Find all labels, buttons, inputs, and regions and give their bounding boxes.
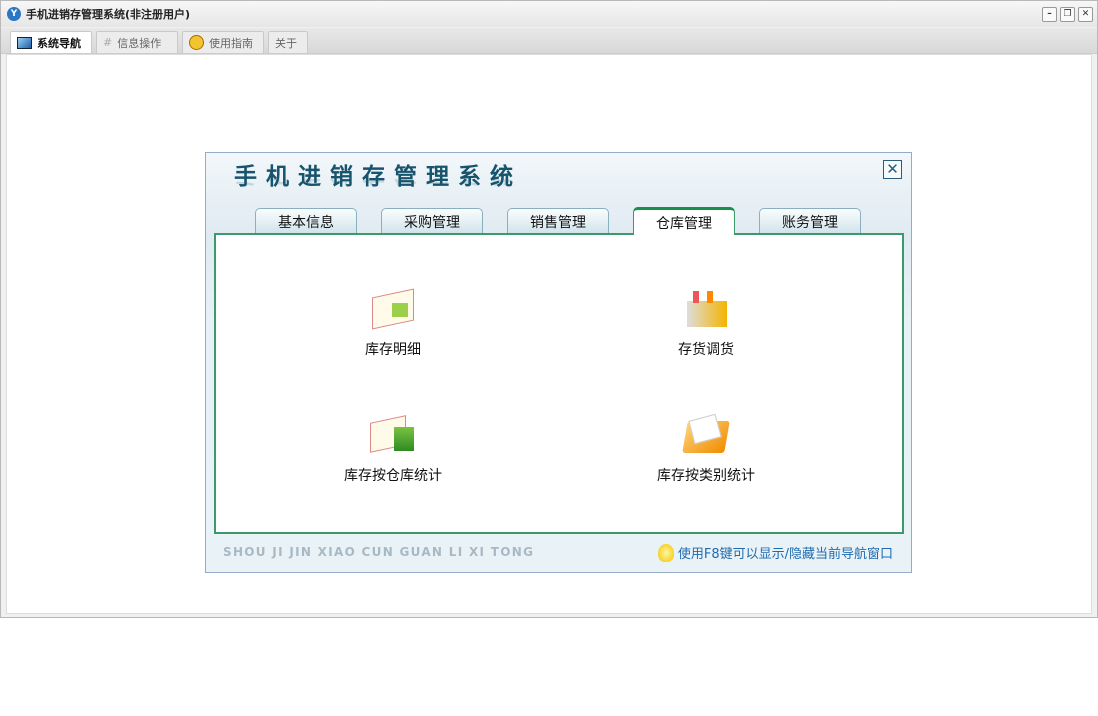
- help-icon: [189, 35, 204, 50]
- monitor-icon: [17, 36, 32, 49]
- item-inventory-detail[interactable]: 库存明细: [293, 287, 493, 359]
- item-stock-by-category[interactable]: 库存按类别统计: [606, 413, 806, 485]
- restore-button[interactable]: ❐: [1060, 7, 1075, 22]
- close-button[interactable]: ✕: [1078, 7, 1093, 22]
- hint-text: 使用F8键可以显示/隐藏当前导航窗口: [677, 547, 893, 562]
- tab-label: 使用指南: [209, 36, 253, 50]
- dtab-purchase[interactable]: 采购管理: [381, 208, 483, 234]
- tab-label: 关于: [275, 36, 297, 50]
- tab-panel: 库存明细 存货调货 库存按仓库统计 库存按类别统计: [214, 233, 904, 534]
- folder-icon: [681, 413, 731, 457]
- item-label: 库存按类别统计: [657, 468, 755, 484]
- dialog-title-reflection: 手机进销存管理系统: [234, 179, 522, 193]
- pinyin-caption: SHOU JI JIN XIAO CUN GUAN LI XI TONG: [223, 545, 535, 559]
- tab-label: 信息操作: [117, 36, 162, 50]
- item-label: 库存按仓库统计: [344, 468, 442, 484]
- dtab-accounts[interactable]: 账务管理: [759, 208, 861, 234]
- title-bar: Y 手机进销存管理系统(非注册用户) – ❐ ✕: [1, 1, 1097, 27]
- minimize-button[interactable]: –: [1042, 7, 1057, 22]
- tab-user-guide[interactable]: 使用指南: [182, 31, 264, 53]
- dtab-basic-info[interactable]: 基本信息: [255, 208, 357, 234]
- main-tab-bar: 系统导航 # 信息操作 使用指南 关于: [1, 28, 1097, 54]
- book-icon: [368, 287, 418, 331]
- books-icon: [368, 413, 418, 457]
- item-stock-by-warehouse[interactable]: 库存按仓库统计: [293, 413, 493, 485]
- app-logo-icon: Y: [7, 7, 21, 21]
- tab-label: 系统导航: [37, 36, 81, 50]
- f8-hint: 使用F8键可以显示/隐藏当前导航窗口: [657, 543, 893, 562]
- tab-about[interactable]: 关于: [268, 31, 308, 53]
- lightbulb-icon: [657, 543, 674, 562]
- item-label: 存货调货: [678, 342, 734, 358]
- grid-icon: #: [103, 36, 113, 49]
- navigation-dialog: 手机进销存管理系统 手机进销存管理系统 ✕ 基本信息 采购管理 销售管理 仓库管…: [205, 152, 912, 573]
- item-stock-transfer[interactable]: 存货调货: [606, 287, 806, 359]
- tab-system-nav[interactable]: 系统导航: [10, 31, 92, 53]
- factory-icon: [681, 287, 731, 331]
- tab-info-ops[interactable]: # 信息操作: [96, 31, 178, 53]
- dialog-close-button[interactable]: ✕: [883, 160, 902, 179]
- window-title: 手机进销存管理系统(非注册用户): [26, 8, 191, 21]
- dtab-sales[interactable]: 销售管理: [507, 208, 609, 234]
- dtab-warehouse[interactable]: 仓库管理: [633, 207, 735, 235]
- item-label: 库存明细: [365, 342, 421, 358]
